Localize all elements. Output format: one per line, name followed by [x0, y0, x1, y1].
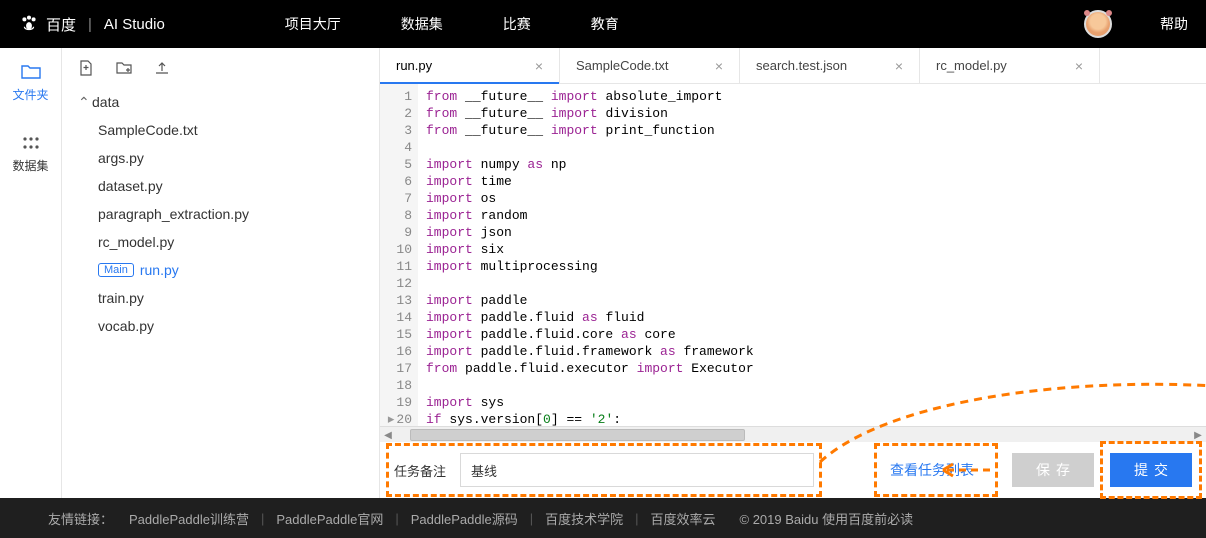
close-icon[interactable]: ×: [1075, 58, 1083, 74]
line-gutter: 123456789101112131415161718192021222324: [380, 84, 418, 426]
editor-tabs: run.py× SampleCode.txt× search.test.json…: [380, 48, 1206, 84]
help-link[interactable]: 帮助: [1160, 14, 1188, 34]
scroll-right-icon[interactable]: ▶: [1190, 427, 1206, 443]
tab-samplecode[interactable]: SampleCode.txt×: [560, 48, 740, 83]
nav-projects[interactable]: 项目大厅: [285, 14, 341, 34]
footer-copyright: © 2019 Baidu 使用百度前必读: [740, 509, 914, 528]
nav-datasets[interactable]: 数据集: [401, 14, 443, 34]
file-row[interactable]: rc_model.py: [62, 228, 379, 256]
top-bar: 百度 | AI Studio 项目大厅 数据集 比赛 教育 帮助: [0, 0, 1206, 48]
rail-datasets-label: 数据集: [12, 157, 48, 174]
remark-input[interactable]: [460, 453, 814, 487]
folder-row[interactable]: ⌃ data: [62, 88, 379, 116]
scroll-left-icon[interactable]: ◀: [380, 427, 396, 443]
scrollbar-thumb[interactable]: [410, 429, 745, 441]
dataset-icon: [21, 135, 41, 151]
tab-run-py[interactable]: run.py×: [380, 48, 560, 83]
close-icon[interactable]: ×: [535, 58, 543, 74]
file-panel: ⌃ data SampleCode.txt args.py dataset.py…: [62, 48, 380, 498]
file-row[interactable]: train.py: [62, 284, 379, 312]
tab-rc-model[interactable]: rc_model.py×: [920, 48, 1100, 83]
close-icon[interactable]: ×: [715, 58, 723, 74]
baidu-logo-icon: [18, 13, 40, 35]
side-rail: 文件夹 数据集: [0, 48, 62, 498]
file-row[interactable]: vocab.py: [62, 312, 379, 340]
upload-icon[interactable]: [154, 60, 170, 76]
action-row: 任务备注 查看任务列表 保存 提交: [380, 442, 1206, 498]
nav-competition[interactable]: 比赛: [503, 14, 531, 34]
file-row[interactable]: paragraph_extraction.py: [62, 200, 379, 228]
file-tree: ⌃ data SampleCode.txt args.py dataset.py…: [62, 84, 379, 344]
new-folder-icon[interactable]: [116, 60, 132, 76]
file-row[interactable]: args.py: [62, 144, 379, 172]
tab-search-json[interactable]: search.test.json×: [740, 48, 920, 83]
file-row-main[interactable]: Main run.py: [62, 256, 379, 284]
footer-prefix: 友情链接：: [48, 509, 113, 528]
top-nav: 项目大厅 数据集 比赛 教育: [285, 14, 619, 34]
remark-block: 任务备注: [394, 453, 814, 487]
file-name: run.py: [140, 262, 179, 278]
file-row[interactable]: dataset.py: [62, 172, 379, 200]
main-badge: Main: [98, 263, 134, 277]
remark-label: 任务备注: [394, 461, 446, 480]
file-row[interactable]: SampleCode.txt: [62, 116, 379, 144]
logo-studio-text: AI Studio: [104, 16, 165, 33]
horizontal-scrollbar[interactable]: ◀ ▶: [380, 426, 1206, 442]
caret-down-icon: ⌃: [78, 94, 88, 111]
folder-name: data: [92, 94, 119, 110]
submit-button[interactable]: 提交: [1110, 453, 1192, 487]
footer-link[interactable]: PaddlePaddle源码: [411, 509, 518, 528]
logo[interactable]: 百度 | AI Studio: [18, 13, 165, 35]
footer-link[interactable]: PaddlePaddle官网: [276, 509, 383, 528]
footer-link[interactable]: 百度技术学院: [545, 509, 623, 528]
logo-baidu-text: 百度: [46, 14, 76, 35]
editor-area: run.py× SampleCode.txt× search.test.json…: [380, 48, 1206, 498]
code-editor[interactable]: ◀ 12345678910111213141516171819202122232…: [380, 84, 1206, 426]
code-content[interactable]: from __future__ import absolute_importfr…: [418, 84, 1206, 426]
footer-link[interactable]: PaddlePaddle训练营: [129, 509, 249, 528]
close-icon[interactable]: ×: [895, 58, 903, 74]
nav-education[interactable]: 教育: [591, 14, 619, 34]
view-task-list-link[interactable]: 查看任务列表: [890, 462, 974, 478]
rail-datasets[interactable]: 数据集: [0, 119, 61, 190]
main-area: 文件夹 数据集 ⌃ data SampleCode.: [0, 48, 1206, 498]
footer-link[interactable]: 百度效率云: [651, 509, 716, 528]
folder-icon: [21, 64, 41, 80]
footer: 友情链接： PaddlePaddle训练营| PaddlePaddle官网| P…: [0, 498, 1206, 538]
rail-files[interactable]: 文件夹: [0, 48, 61, 119]
file-toolbar: [62, 60, 379, 84]
save-button[interactable]: 保存: [1012, 453, 1094, 487]
new-file-icon[interactable]: [78, 60, 94, 76]
user-avatar[interactable]: [1084, 10, 1112, 38]
rail-files-label: 文件夹: [12, 86, 48, 103]
